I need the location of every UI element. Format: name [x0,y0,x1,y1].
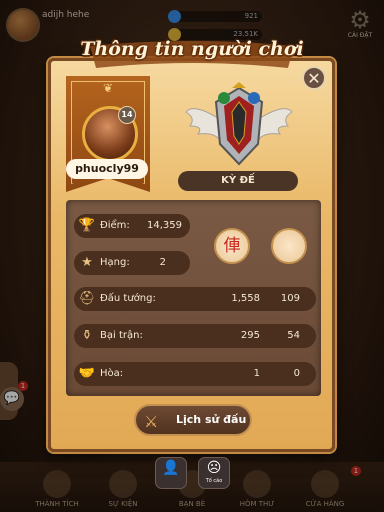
losses-total: 295 [240,330,260,341]
draws-row: 🤝 Hòa: 1 0 [74,362,316,386]
modal-title: Thông tin người chơi [80,38,304,60]
red-chariot-piece: 俥 [214,228,250,264]
match-history-button[interactable]: ⚔ Lịch sử đấu [134,404,252,436]
face-icon: ☹ [206,460,222,476]
urn-icon: ⚱ [81,328,93,343]
person-plus-icon: 👤 [162,460,180,476]
rank-row: ★ Hạng: 2 [74,251,190,275]
rank-emblem-icon [185,82,293,166]
trophy-icon: 🏆 [78,218,96,233]
draws-second: 0 [293,368,300,379]
blank-piece [271,228,307,264]
level-badge: 14 [118,106,136,124]
games-second: 109 [280,293,300,304]
losses-second: 54 [287,330,300,341]
draws-total: 1 [253,368,260,379]
close-button[interactable]: ✕ [302,66,326,90]
score-row: 🏆 Điểm: 14,359 [74,214,190,238]
rank-title: KỲ ĐẾ [178,171,298,191]
games-total: 1,558 [231,293,260,304]
helmet-icon: ⛑ [78,291,96,306]
add-friend-button[interactable]: 👤 [156,458,186,488]
rank-value: 2 [159,257,166,268]
star-icon: ★ [81,255,93,270]
report-button[interactable]: ☹ Tố cáo [199,458,229,488]
crossed-swords-icon: ⚔ [144,412,159,431]
handshake-icon: 🤝 [78,366,96,381]
losses-row: ⚱ Bại trận: 295 54 [74,324,316,348]
report-label: Tố cáo [205,478,223,484]
player-name: phuocly99 [66,159,148,179]
games-row: ⛑ Đấu tướng: 1,558 109 [74,287,316,311]
score-value: 14,359 [147,220,182,231]
close-icon: ✕ [307,69,321,88]
cloud-ornament-icon: ❦ [102,81,114,95]
